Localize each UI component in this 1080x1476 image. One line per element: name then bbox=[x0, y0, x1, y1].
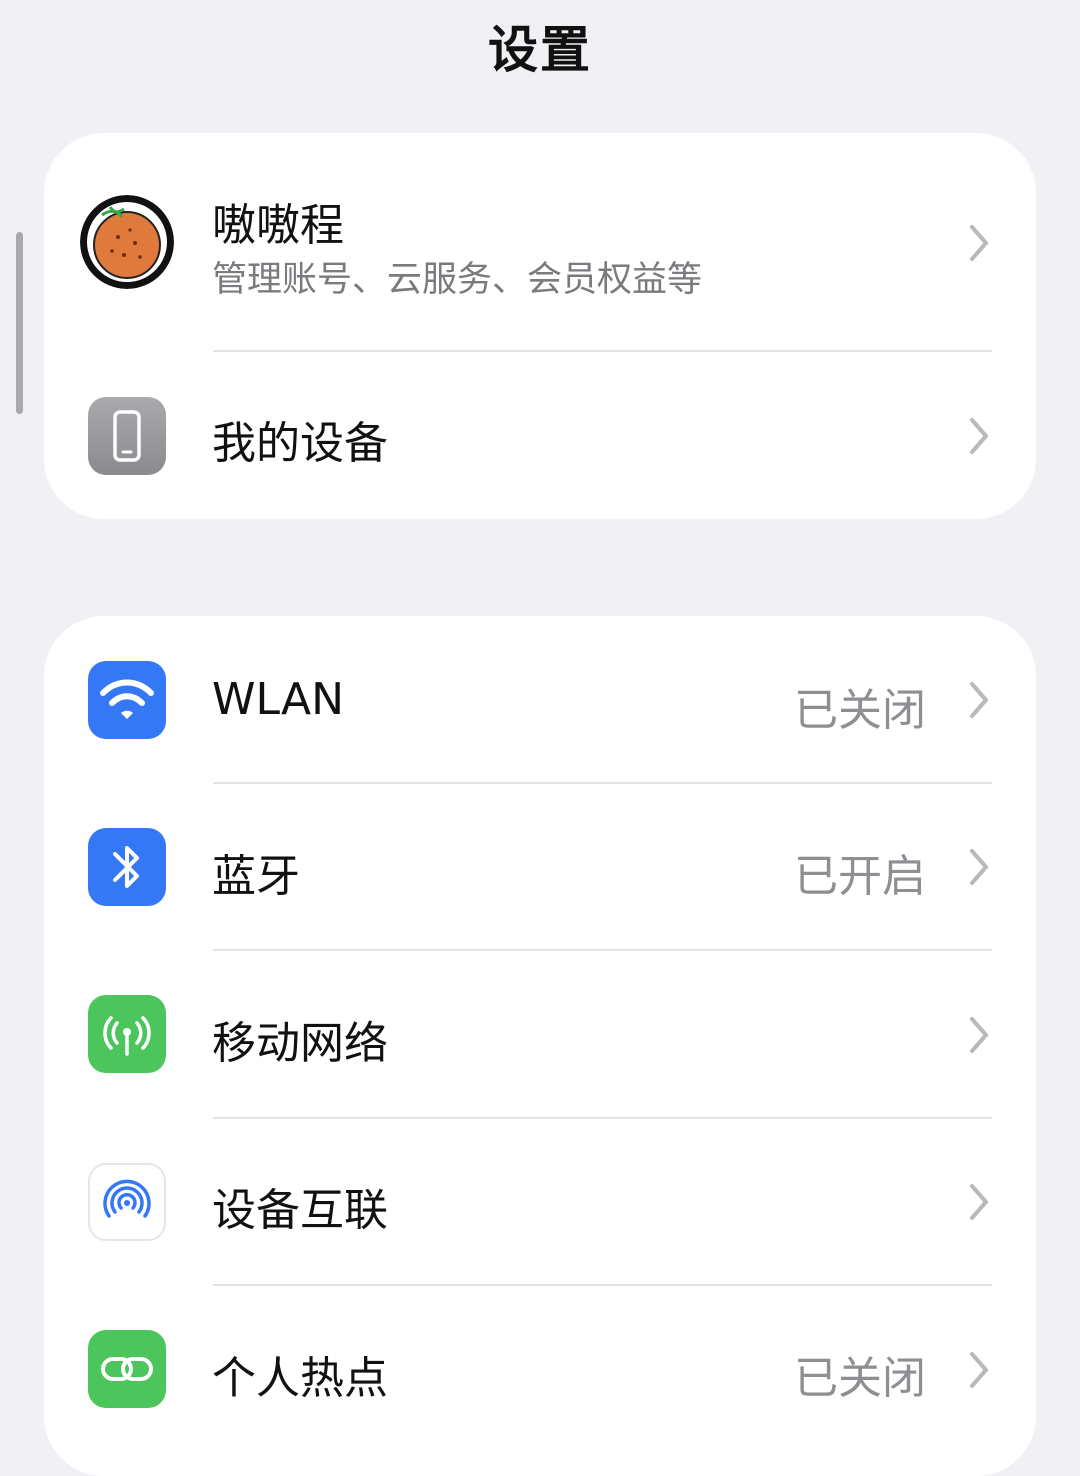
my-device-label: 我的设备 bbox=[212, 418, 388, 469]
chevron-right-icon bbox=[970, 225, 988, 261]
account-subtitle: 管理账号、云服务、会员权益等 bbox=[212, 260, 703, 300]
connectivity-card: WLAN 已关闭 蓝牙 已开启 移动网络 设备互联 个人热点 已关闭 bbox=[44, 616, 1036, 1476]
page-title: 设置 bbox=[488, 21, 592, 79]
hotspot-status: 已关闭 bbox=[794, 1353, 926, 1404]
my-device-row[interactable]: 我的设备 bbox=[44, 352, 1036, 519]
hotspot-label: 个人热点 bbox=[212, 1353, 388, 1404]
mobile-network-row[interactable]: 移动网络 bbox=[44, 951, 1036, 1119]
phone-icon bbox=[88, 397, 166, 475]
device-connect-label: 设备互联 bbox=[212, 1185, 388, 1236]
wifi-icon bbox=[88, 661, 166, 739]
account-card: 嗷嗷程 管理账号、云服务、会员权益等 我的设备 bbox=[44, 133, 1036, 519]
avatar bbox=[80, 195, 174, 289]
wlan-row[interactable]: WLAN 已关闭 bbox=[44, 616, 1036, 784]
chevron-right-icon bbox=[970, 418, 988, 454]
chevron-right-icon bbox=[970, 1017, 988, 1053]
bluetooth-icon bbox=[88, 828, 166, 906]
account-row[interactable]: 嗷嗷程 管理账号、云服务、会员权益等 bbox=[44, 133, 1036, 352]
bluetooth-row[interactable]: 蓝牙 已开启 bbox=[44, 784, 1036, 951]
account-name: 嗷嗷程 bbox=[212, 200, 344, 251]
bluetooth-status: 已开启 bbox=[794, 851, 926, 902]
chevron-right-icon bbox=[970, 1184, 988, 1220]
chevron-right-icon bbox=[970, 1352, 988, 1388]
wlan-label: WLAN bbox=[212, 674, 345, 725]
device-connect-icon bbox=[88, 1163, 166, 1241]
chevron-right-icon bbox=[970, 849, 988, 885]
device-connect-row[interactable]: 设备互联 bbox=[44, 1119, 1036, 1286]
cellular-icon bbox=[88, 995, 166, 1073]
bluetooth-label: 蓝牙 bbox=[212, 851, 300, 902]
chevron-right-icon bbox=[970, 682, 988, 718]
hotspot-icon bbox=[88, 1330, 166, 1408]
hotspot-row[interactable]: 个人热点 已关闭 bbox=[44, 1286, 1036, 1454]
mobile-network-label: 移动网络 bbox=[212, 1018, 388, 1069]
wlan-status: 已关闭 bbox=[794, 685, 926, 736]
scroll-indicator[interactable] bbox=[16, 232, 23, 414]
